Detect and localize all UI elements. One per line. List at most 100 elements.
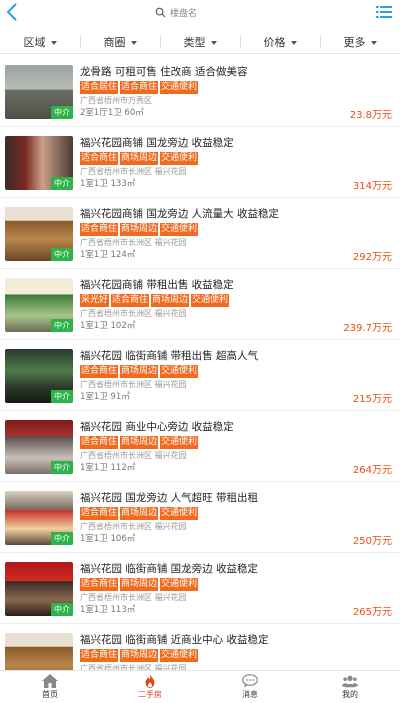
listing-title: 福兴花园 国龙旁边 人气超旺 带租出租 [80,492,259,504]
listing-info: 福兴花园商铺 国龙旁边 收益稳定 适合商住 商场周边 交通便利 广西省梧州市长洲区 福兴… [80,135,394,189]
listing-tag: 适合商住 [120,81,159,94]
listing-price: 23.8万元 [349,110,392,121]
listing-address: 广西省梧州市长洲区 福兴花园 [80,664,187,670]
listing-info: 福兴花园 国龙旁边 人气超旺 带租出租适合商住 商场周边 交通便利广西省梧州市长洲区… [80,490,394,544]
nav-label: 我的 [342,690,358,699]
listing-address: 广西省梧州市万秀区 [80,96,152,105]
listing-tag: 适合商住 [111,294,150,307]
listing-tag: 商场周边 [120,436,159,449]
listing-title: 福兴花园商铺 国龙旁边 收益稳定 [80,137,234,149]
listing-layout: 1室1卫 106㎡ [80,534,136,544]
listing-title: 福兴花园 商业中心旁边 收益稳定 [80,421,234,433]
listing-address: 广西省梧州市长洲区 福兴花园 [80,522,187,531]
filter-label: 区域 [23,35,46,49]
search-input[interactable]: 楼盘名 [155,4,197,20]
listing-photo: 中介 [5,65,73,119]
filter-type[interactable]: 类型 [160,30,240,53]
listing-address: 广西省梧州市长洲区 福兴花园 [80,380,187,389]
listing-item[interactable]: 中介 福兴花园 商业中心旁边 收益稳定 适合商住 商场周边 交通便利 广西省梧州市长洲区 … [0,411,400,482]
listing-item[interactable]: 中介 龙骨路 可租可售 住改商 适合做美容 适合居住 适合商住 交通便利 广西省梧州市万秀… [0,56,400,127]
listing-tags: 适合居住 适合商住 交通便利 [80,81,394,94]
agent-badge: 中介 [51,177,73,190]
caret-down-icon [210,40,217,45]
filter-business-district[interactable]: 商圈 [80,30,160,53]
listing-price: 292万元 [352,252,392,263]
listing-tag: 交通便利 [160,81,199,94]
agent-badge: 中介 [51,603,73,616]
listing-item[interactable]: 中介 福兴花园商铺 国龙旁边 收益稳定 适合商住 商场周边 交通便利 广西省梧州市长洲区 … [0,127,400,198]
nav-second-hand[interactable]: 二手房 [100,671,200,703]
listing-tags: 适合商住 商场周边 交通便利 [80,365,394,378]
filter-more[interactable]: 更多 [320,30,400,53]
listing-tag: 交通便利 [160,436,199,449]
listing-layout: 1室1卫 124㎡ [80,250,136,260]
agent-badge: 中介 [51,319,73,332]
chat-bubble-icon [242,674,258,688]
listing-tag: 适合商住 [80,152,119,165]
listing-list: 中介 龙骨路 可租可售 住改商 适合做美容 适合居住 适合商住 交通便利 广西省梧州市万秀… [0,56,400,670]
people-icon [342,675,358,688]
listing-price: 314万元 [352,181,392,192]
listing-tags: 适合商住 商场周边 交通便利 [80,436,394,449]
back-button[interactable] [2,2,22,24]
nav-label: 二手房 [138,690,162,699]
listing-tag: 商场周边 [151,294,190,307]
agent-badge: 中介 [51,461,73,474]
listing-item[interactable]: 中介 福兴花园 临街商铺 带租出售 超高人气适合商住 商场周边 交通便利广西省梧州市长… [0,340,400,411]
listing-tags: 适合商住 商场周边 交通便利 [80,223,394,236]
filter-label: 商圈 [103,35,126,49]
nav-messages[interactable]: 消息 [200,671,300,703]
listing-layout: 2室1厅1卫 60㎡ [80,108,144,118]
listing-tag: 交通便利 [160,223,199,236]
listing-title: 福兴花园 临街商铺 国龙旁边 收益稳定 [80,563,259,575]
listing-title: 福兴花园 临街商铺 带租出售 超高人气 [80,350,259,362]
listing-layout: 1室1卫 112㎡ [80,463,136,473]
listing-tag: 商场周边 [120,578,159,591]
listing-item[interactable]: 中介福兴花园 临街商铺 近商业中心 收益稳定适合商住商场周边交通便利广西省梧州市… [0,624,400,670]
listing-tag: 商场周边 [120,365,159,378]
listing-item[interactable]: 中介 福兴花园商铺 国龙旁边 人流量大 收益稳定 适合商住 商场周边 交通便利 广西省梧州… [0,198,400,269]
listing-photo: 中介 [5,278,73,332]
listing-info: 福兴花园 临街商铺 国龙旁边 收益稳定 适合商住 商场周边 交通便利 广西省梧州市长洲区… [80,561,394,615]
listing-tag: 商场周边 [120,649,159,662]
listing-photo: 中介 [5,633,73,670]
listing-tag: 适合居住 [80,81,119,94]
filter-label: 类型 [183,35,206,49]
filter-area[interactable]: 区域 [0,30,80,53]
listing-tags: 采光好 适合商住 商场周边 交通便利 [80,294,394,307]
listing-photo: 中介 [5,207,73,261]
listing-tags: 适合商住 商场周边 交通便利 [80,507,394,520]
listing-info: 龙骨路 可租可售 住改商 适合做美容 适合居住 适合商住 交通便利 广西省梧州市万秀区 2… [80,64,394,118]
listing-layout: 1室1卫 113㎡ [80,605,136,615]
listing-title: 福兴花园 临街商铺 近商业中心 收益稳定 [80,634,269,646]
listing-tag: 适合商住 [80,507,119,520]
listing-item[interactable]: 中介 福兴花园 临街商铺 国龙旁边 收益稳定 适合商住 商场周边 交通便利 广西省梧州市长… [0,553,400,624]
listing-tag: 交通便利 [160,578,199,591]
flame-icon [145,674,155,688]
agent-badge: 中介 [51,532,73,545]
listing-title: 福兴花园商铺 带租出售 收益稳定 [80,279,234,291]
filter-bar: 区域 商圈 类型 价格 更多 [0,30,400,54]
listing-item[interactable]: 中介 福兴花园商铺 带租出售 收益稳定采光好 适合商住 商场周边 交通便利广西省梧州市长… [0,269,400,340]
search-placeholder: 楼盘名 [170,8,198,19]
filter-label: 更多 [343,35,366,49]
listing-address: 广西省梧州市长洲区 福兴花园 [80,309,187,318]
agent-badge: 中介 [51,390,73,403]
listing-address: 广西省梧州市长洲区 福兴花园 [80,238,187,247]
listing-title: 龙骨路 可租可售 住改商 适合做美容 [80,66,248,78]
search-icon [155,7,166,18]
listing-tag: 交通便利 [160,649,199,662]
nav-home[interactable]: 首页 [0,671,100,703]
listing-info: 福兴花园 商业中心旁边 收益稳定 适合商住 商场周边 交通便利 广西省梧州市长洲区 福兴… [80,419,394,473]
listing-item[interactable]: 中介 福兴花园 国龙旁边 人气超旺 带租出租 适合商住 商场周边 交通便利 广西省梧州市长… [0,482,400,553]
filter-price[interactable]: 价格 [240,30,320,53]
listing-tags: 适合商住 商场周边 交通便利 [80,578,394,591]
nav-mine[interactable]: 我的 [300,671,400,703]
listing-price: 239.7万元 [343,323,392,334]
caret-down-icon [370,40,377,45]
listing-tag: 商场周边 [120,152,159,165]
listing-info: 福兴花园 临街商铺 近商业中心 收益稳定 适合商住 商场周边 交通便利 广西省梧州市长洲… [80,632,394,670]
listing-address: 广西省梧州市长洲区 福兴花园 [80,167,187,176]
list-menu-icon[interactable] [376,5,392,21]
listing-tag: 适合商住 [80,365,119,378]
